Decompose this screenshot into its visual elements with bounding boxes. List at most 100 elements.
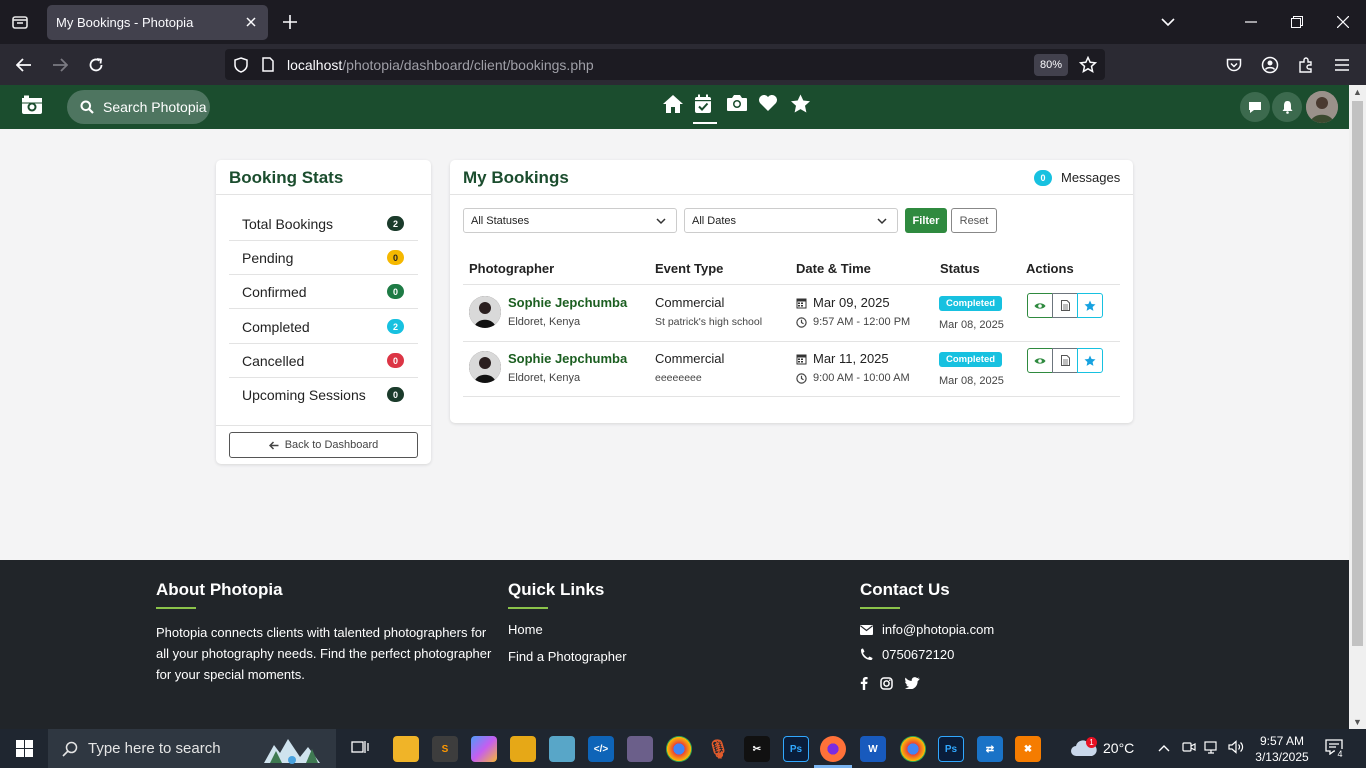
chat-icon[interactable] <box>1240 92 1270 122</box>
photographer-name[interactable]: Sophie Jepchumba <box>508 295 627 310</box>
windows-start-icon[interactable] <box>16 740 33 757</box>
network-icon[interactable] <box>1204 740 1220 757</box>
scrollbar-thumb[interactable] <box>1352 101 1363 646</box>
taskbar-search-box[interactable]: Type here to search <box>48 729 336 768</box>
stat-confirmed[interactable]: Confirmed 0 <box>229 275 418 309</box>
back-to-dashboard-button[interactable]: Back to Dashboard <box>229 432 418 458</box>
stat-pending[interactable]: Pending 0 <box>229 241 418 275</box>
review-booking-button[interactable] <box>1077 348 1103 373</box>
search-photopia-button[interactable]: Search Photopia <box>67 90 210 124</box>
stat-count-badge: 0 <box>387 387 404 402</box>
account-icon[interactable] <box>1257 52 1283 78</box>
status-date: Mar 08, 2025 <box>939 375 1004 387</box>
extensions-icon[interactable] <box>1293 52 1319 78</box>
reset-button[interactable]: Reset <box>951 208 997 233</box>
reload-icon[interactable] <box>83 52 109 78</box>
user-avatar[interactable] <box>1306 91 1338 123</box>
photoshop-second-icon[interactable]: Ps <box>938 736 964 762</box>
stat-label: Total Bookings <box>242 215 334 232</box>
stat-upcoming-sessions[interactable]: Upcoming Sessions 0 <box>229 378 418 412</box>
messages-count-badge[interactable]: 0 <box>1034 170 1052 186</box>
address-bar[interactable]: localhost/photopia/dashboard/client/book… <box>225 49 1105 80</box>
window-close-icon[interactable] <box>1331 10 1355 34</box>
contact-phone[interactable]: 0750672120 <box>860 647 994 662</box>
new-tab-icon[interactable] <box>278 10 302 34</box>
pocket-icon[interactable] <box>1221 52 1247 78</box>
task-view-icon[interactable] <box>351 738 369 759</box>
browser-tab-active[interactable]: My Bookings - Photopia <box>47 5 268 40</box>
footer-link-home[interactable]: Home <box>508 622 627 637</box>
tray-chevron-up-icon[interactable] <box>1158 739 1170 755</box>
copilot-icon[interactable] <box>471 736 497 762</box>
sublime-text-icon[interactable]: S <box>432 736 458 762</box>
date-filter-select[interactable]: All Dates <box>684 208 898 233</box>
stat-completed[interactable]: Completed 2 <box>229 310 418 344</box>
word-icon[interactable]: W <box>860 736 886 762</box>
status-filter-select[interactable]: All Statuses <box>463 208 677 233</box>
stat-cancelled[interactable]: Cancelled 0 <box>229 344 418 378</box>
microphone-icon[interactable]: 🎙 <box>705 736 731 762</box>
photographer-name[interactable]: Sophie Jepchumba <box>508 351 627 366</box>
remote-app-icon[interactable]: ⇄ <box>977 736 1003 762</box>
booking-stats-card: Booking Stats Total Bookings 2 Pending 0… <box>216 160 431 464</box>
zoom-level-badge[interactable]: 80% <box>1034 54 1068 76</box>
xampp-icon[interactable]: ✖ <box>1015 736 1041 762</box>
view-booking-button[interactable] <box>1027 348 1053 373</box>
booking-details-button[interactable] <box>1052 293 1078 318</box>
photographer-avatar[interactable] <box>469 351 501 383</box>
scroll-down-icon[interactable]: ▼ <box>1353 717 1362 727</box>
tab-list-icon[interactable] <box>8 10 32 34</box>
vscode-icon[interactable]: </> <box>588 736 614 762</box>
column-header-status: Status <box>940 261 980 276</box>
url-text[interactable]: localhost/photopia/dashboard/client/book… <box>287 57 594 73</box>
scroll-up-icon[interactable]: ▲ <box>1353 87 1362 97</box>
footer-link-find-photographer[interactable]: Find a Photographer <box>508 649 627 664</box>
app-icon[interactable] <box>627 736 653 762</box>
back-label: Back to Dashboard <box>284 439 379 451</box>
bookmark-star-icon[interactable] <box>1078 55 1098 79</box>
review-booking-button[interactable] <box>1077 293 1103 318</box>
booking-details-button[interactable] <box>1052 348 1078 373</box>
photoshop-icon[interactable]: Ps <box>783 736 809 762</box>
menu-hamburger-icon[interactable] <box>1329 52 1355 78</box>
capcut-icon[interactable]: ✂ <box>744 736 770 762</box>
chrome-profile-icon[interactable] <box>900 736 926 762</box>
window-minimize-icon[interactable] <box>1239 10 1263 34</box>
page-scrollbar[interactable]: ▲ ▼ <box>1349 85 1366 729</box>
notepad-icon[interactable] <box>549 736 575 762</box>
tab-overflow-chevron-icon[interactable] <box>1156 10 1180 34</box>
instagram-icon[interactable] <box>880 676 893 690</box>
twitter-icon[interactable] <box>905 677 920 689</box>
meet-now-icon[interactable] <box>1182 740 1196 757</box>
camera-icon[interactable] <box>726 94 748 116</box>
camera-retro-logo-icon[interactable] <box>21 95 43 117</box>
heart-icon[interactable] <box>758 94 780 116</box>
messages-link[interactable]: Messages <box>1061 170 1120 185</box>
weather-temperature[interactable]: 20°C <box>1103 740 1134 756</box>
forward-arrow-icon[interactable] <box>47 52 73 78</box>
home-icon[interactable] <box>662 94 684 116</box>
chrome-icon[interactable] <box>666 736 692 762</box>
stat-total-bookings[interactable]: Total Bookings 2 <box>229 207 418 241</box>
filter-button[interactable]: Filter <box>905 208 947 233</box>
document-icon <box>1060 300 1070 311</box>
volume-icon[interactable] <box>1228 740 1244 757</box>
contact-email[interactable]: info@photopia.com <box>860 622 994 637</box>
mail-app-icon[interactable] <box>510 736 536 762</box>
file-explorer-icon[interactable] <box>393 736 419 762</box>
tab-close-icon[interactable] <box>243 14 259 30</box>
clock-time: 9:57 AM <box>1259 734 1305 748</box>
booking-time-text: 9:57 AM - 12:00 PM <box>813 316 911 328</box>
back-arrow-icon[interactable] <box>11 52 37 78</box>
firefox-icon[interactable] <box>820 736 846 762</box>
calendar-check-icon[interactable] <box>693 94 717 124</box>
taskbar-clock[interactable]: 9:57 AM 3/13/2025 <box>1250 733 1314 765</box>
page-info-icon[interactable] <box>262 57 274 77</box>
notification-bell-icon[interactable] <box>1272 92 1302 122</box>
view-booking-button[interactable] <box>1027 293 1053 318</box>
star-icon[interactable] <box>790 94 812 116</box>
shield-icon[interactable] <box>234 57 248 78</box>
photographer-avatar[interactable] <box>469 296 501 328</box>
facebook-icon[interactable] <box>860 676 868 690</box>
window-restore-icon[interactable] <box>1285 10 1309 34</box>
